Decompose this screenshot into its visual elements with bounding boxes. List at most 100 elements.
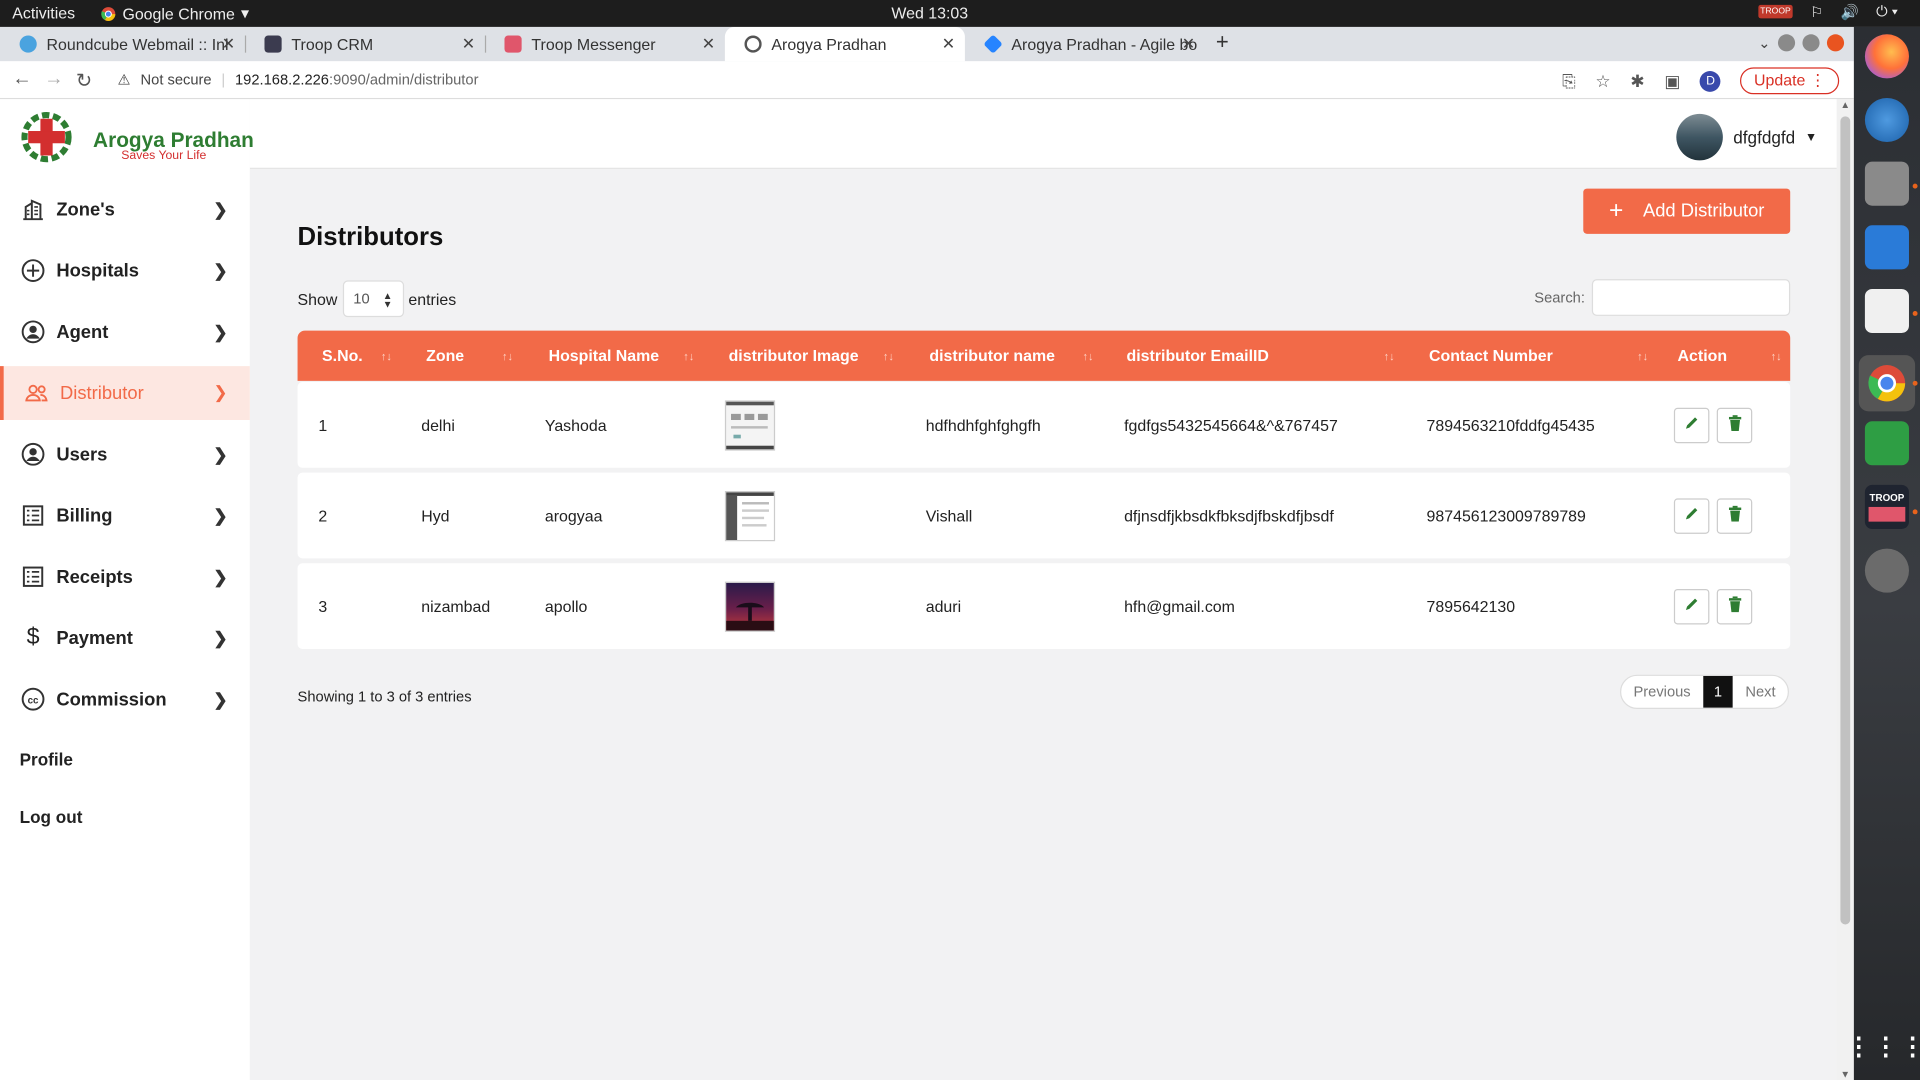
tab-search-icon[interactable]: ⌄ bbox=[1758, 34, 1770, 51]
column-header-contact[interactable]: Contact Number ↑↓ bbox=[1429, 347, 1648, 365]
cell-zone: nizambad bbox=[421, 597, 491, 616]
troop-messenger-dock-icon[interactable]: TROOP bbox=[1864, 484, 1909, 529]
scroll-up-icon[interactable]: ▲ bbox=[1840, 99, 1850, 110]
distributor-image[interactable] bbox=[724, 491, 776, 542]
system-tray[interactable]: TROOP ⚐ 🔊 ⏻ ▾ bbox=[1757, 2, 1898, 20]
close-window-button[interactable] bbox=[1826, 34, 1845, 52]
column-header-image[interactable]: distributor Image ↑↓ bbox=[729, 347, 894, 365]
entries-select[interactable]: 10 ▲ ▼ bbox=[342, 280, 404, 318]
show-apps-icon[interactable]: ⋮⋮⋮ bbox=[1847, 1024, 1920, 1068]
column-header-zone[interactable]: Zone ↑↓ bbox=[426, 347, 513, 365]
edit-button[interactable] bbox=[1673, 498, 1710, 534]
brand-logo[interactable]: Arogya Pradhan Saves Your Life bbox=[20, 111, 254, 163]
tab-arogya-pradhan[interactable]: Arogya Pradhan ✕ bbox=[724, 26, 965, 62]
network-icon[interactable]: ⚐ bbox=[1810, 3, 1823, 20]
delete-button[interactable] bbox=[1716, 498, 1753, 534]
tab-troop-messenger[interactable]: Troop Messenger ✕ bbox=[485, 27, 725, 61]
share-icon[interactable]: ⎘ bbox=[1562, 70, 1576, 91]
scrollbar-thumb[interactable] bbox=[1840, 116, 1851, 925]
entries-value: 10 bbox=[353, 290, 370, 308]
sidebar-item-billing[interactable]: Billing ❯ bbox=[0, 490, 250, 541]
files-icon[interactable] bbox=[1864, 161, 1909, 206]
column-header-sno[interactable]: S.No. ↑↓ bbox=[322, 347, 392, 365]
avatar[interactable] bbox=[1676, 113, 1724, 161]
pagination-previous[interactable]: Previous bbox=[1621, 676, 1703, 708]
search-input[interactable] bbox=[1592, 279, 1791, 316]
column-header-email[interactable]: distributor EmailID ↑↓ bbox=[1127, 347, 1395, 365]
user-circle-icon bbox=[20, 441, 47, 468]
calc-icon[interactable] bbox=[1864, 421, 1909, 466]
app-menu[interactable]: Google Chrome ▾ bbox=[100, 4, 249, 24]
edit-button[interactable] bbox=[1673, 588, 1710, 625]
bookmark-star-icon[interactable]: ☆ bbox=[1595, 70, 1610, 91]
close-tab-icon[interactable]: ✕ bbox=[702, 34, 715, 54]
settings-icon[interactable] bbox=[1864, 548, 1909, 593]
user-menu[interactable]: dfgfdgfd ▼ bbox=[1676, 113, 1817, 161]
window-controls: ⌄ bbox=[1758, 34, 1845, 52]
pagination-page-1[interactable]: 1 bbox=[1702, 675, 1734, 708]
sidebar-item-hospitals[interactable]: Hospitals ❯ bbox=[0, 245, 250, 296]
sidebar-item-users[interactable]: Users ❯ bbox=[0, 429, 250, 480]
profile-avatar[interactable]: D bbox=[1700, 70, 1721, 92]
power-icon[interactable]: ⏻ ▾ bbox=[1876, 2, 1898, 20]
delete-button[interactable] bbox=[1716, 407, 1753, 444]
user-name[interactable]: dfgfdgfd bbox=[1733, 127, 1795, 147]
column-header-hospital[interactable]: Hospital Name ↑↓ bbox=[549, 347, 695, 365]
add-distributor-button[interactable]: + Add Distributor bbox=[1583, 188, 1791, 234]
side-panel-icon[interactable]: ▣ bbox=[1664, 70, 1680, 91]
extensions-icon[interactable]: ✱ bbox=[1630, 70, 1644, 91]
warning-icon[interactable]: ⚠ bbox=[118, 71, 131, 88]
column-header-action[interactable]: Action ↑↓ bbox=[1678, 347, 1782, 365]
close-tab-icon[interactable]: ✕ bbox=[1182, 34, 1195, 54]
address-bar[interactable]: ⚠ Not secure | 192.168.2.226:9090/admin/… bbox=[118, 71, 479, 88]
app-header: dfgfdgfd ▼ bbox=[249, 99, 1837, 169]
tab-arogya-agile[interactable]: Arogya Pradhan - Agile bo ✕ bbox=[965, 27, 1205, 61]
thunderbird-icon[interactable] bbox=[1864, 97, 1909, 143]
page-scrollbar[interactable]: ▲ ▼ bbox=[1836, 99, 1854, 1080]
troop-tray-icon[interactable]: TROOP bbox=[1757, 4, 1794, 19]
minimize-button[interactable] bbox=[1777, 34, 1796, 52]
scroll-down-icon[interactable]: ▼ bbox=[1840, 1069, 1850, 1080]
tab-roundcube[interactable]: Roundcube Webmail :: Inl ✕ bbox=[0, 27, 247, 61]
sidebar-item-commission[interactable]: cc Commission ❯ bbox=[0, 673, 250, 724]
tab-troop-crm[interactable]: Troop CRM ✕ bbox=[245, 27, 487, 61]
activities-button[interactable]: Activities bbox=[12, 4, 75, 22]
delete-button[interactable] bbox=[1716, 588, 1753, 625]
back-arrow-icon[interactable]: ← bbox=[12, 69, 32, 91]
distributor-image[interactable] bbox=[724, 581, 776, 632]
pagination-next[interactable]: Next bbox=[1733, 676, 1788, 708]
sidebar-item-receipts[interactable]: Receipts ❯ bbox=[0, 551, 250, 602]
close-tab-icon[interactable]: ✕ bbox=[462, 34, 475, 54]
security-label[interactable]: Not secure bbox=[141, 71, 212, 88]
close-tab-icon[interactable]: ✕ bbox=[942, 34, 955, 54]
writer-icon[interactable] bbox=[1864, 225, 1909, 270]
distributor-image[interactable] bbox=[724, 400, 776, 451]
edit-button[interactable] bbox=[1673, 407, 1710, 444]
sidebar-item-distributor[interactable]: Distributor ❯ bbox=[0, 366, 250, 421]
chevron-right-icon: ❯ bbox=[213, 322, 228, 342]
maximize-button[interactable] bbox=[1802, 34, 1820, 52]
sidebar-item-payment[interactable]: $ Payment ❯ bbox=[0, 612, 250, 663]
reload-icon[interactable]: ↻ bbox=[76, 69, 92, 93]
close-tab-icon[interactable]: ✕ bbox=[222, 34, 235, 54]
sidebar-item-zones[interactable]: Zone's ❯ bbox=[0, 184, 250, 235]
caret-down-icon[interactable]: ▼ bbox=[1805, 130, 1817, 143]
sidebar-item-profile[interactable]: Profile bbox=[20, 749, 73, 769]
tab-label: Roundcube Webmail :: Inl bbox=[46, 34, 229, 54]
chevron-right-icon: ❯ bbox=[213, 382, 228, 402]
sidebar-item-logout[interactable]: Log out bbox=[20, 807, 83, 827]
forward-arrow-icon[interactable]: → bbox=[44, 69, 64, 91]
update-button[interactable]: Update ⋮ bbox=[1740, 67, 1840, 95]
cell-email: dfjnsdfjkbsdkfbksdjfbskdfjbsdf bbox=[1124, 506, 1334, 526]
table-row: 2 Hyd arogyaa Vishall dfjnsdfjkbsdkfbksd… bbox=[297, 472, 1791, 559]
chrome-dock-icon[interactable] bbox=[1858, 355, 1916, 412]
clock[interactable]: Wed 13:03 bbox=[891, 4, 968, 22]
tab-label: Arogya Pradhan bbox=[771, 34, 887, 54]
user-circle-icon bbox=[20, 318, 47, 345]
new-tab-button[interactable]: + bbox=[1216, 29, 1229, 55]
volume-icon[interactable]: 🔊 bbox=[1841, 3, 1859, 20]
sidebar-item-agent[interactable]: Agent ❯ bbox=[0, 306, 250, 357]
column-header-name[interactable]: distributor name ↑↓ bbox=[929, 347, 1093, 365]
document-viewer-icon[interactable] bbox=[1864, 288, 1909, 334]
firefox-icon[interactable] bbox=[1864, 34, 1909, 79]
